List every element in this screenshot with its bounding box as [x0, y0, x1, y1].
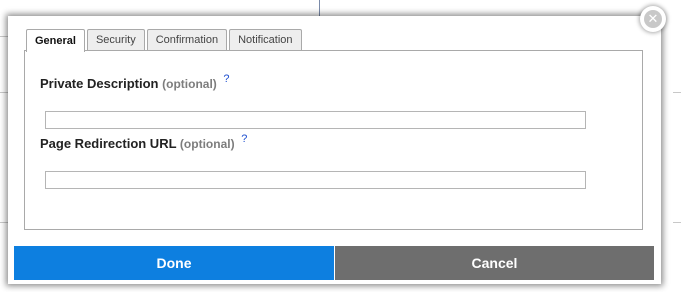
help-link[interactable]: ?	[241, 133, 247, 145]
background-divider	[0, 36, 8, 37]
tab-confirmation[interactable]: Confirmation	[146, 29, 228, 50]
tab-security[interactable]: Security	[86, 29, 145, 50]
page-redirection-url-label: Page Redirection URL (optional) ?	[40, 133, 247, 151]
tab-bar: General Security Confirmation Notificati…	[26, 29, 304, 52]
optional-hint: (optional)	[179, 137, 235, 151]
form-settings-dialog: General Security Confirmation Notificati…	[8, 16, 661, 284]
done-button[interactable]: Done	[14, 246, 334, 280]
close-icon: ✕	[644, 10, 662, 28]
private-description-input[interactable]	[45, 111, 586, 129]
background-divider	[673, 92, 681, 93]
close-button[interactable]: ✕	[640, 6, 666, 32]
optional-hint: (optional)	[162, 77, 217, 91]
background-divider	[319, 0, 320, 16]
tab-general[interactable]: General	[26, 29, 85, 52]
page-redirection-url-input[interactable]	[45, 171, 586, 189]
background-divider	[673, 222, 681, 223]
cancel-button[interactable]: Cancel	[335, 246, 654, 280]
field-label-text: Private Description	[40, 76, 159, 91]
private-description-label: Private Description (optional) ?	[40, 73, 230, 91]
help-link[interactable]: ?	[223, 73, 229, 85]
tab-notification[interactable]: Notification	[229, 29, 302, 50]
background-divider	[0, 222, 8, 223]
field-label-text: Page Redirection URL	[40, 136, 177, 151]
general-tab-panel: Private Description (optional) ? Page Re…	[24, 50, 643, 230]
background-divider	[0, 92, 8, 93]
